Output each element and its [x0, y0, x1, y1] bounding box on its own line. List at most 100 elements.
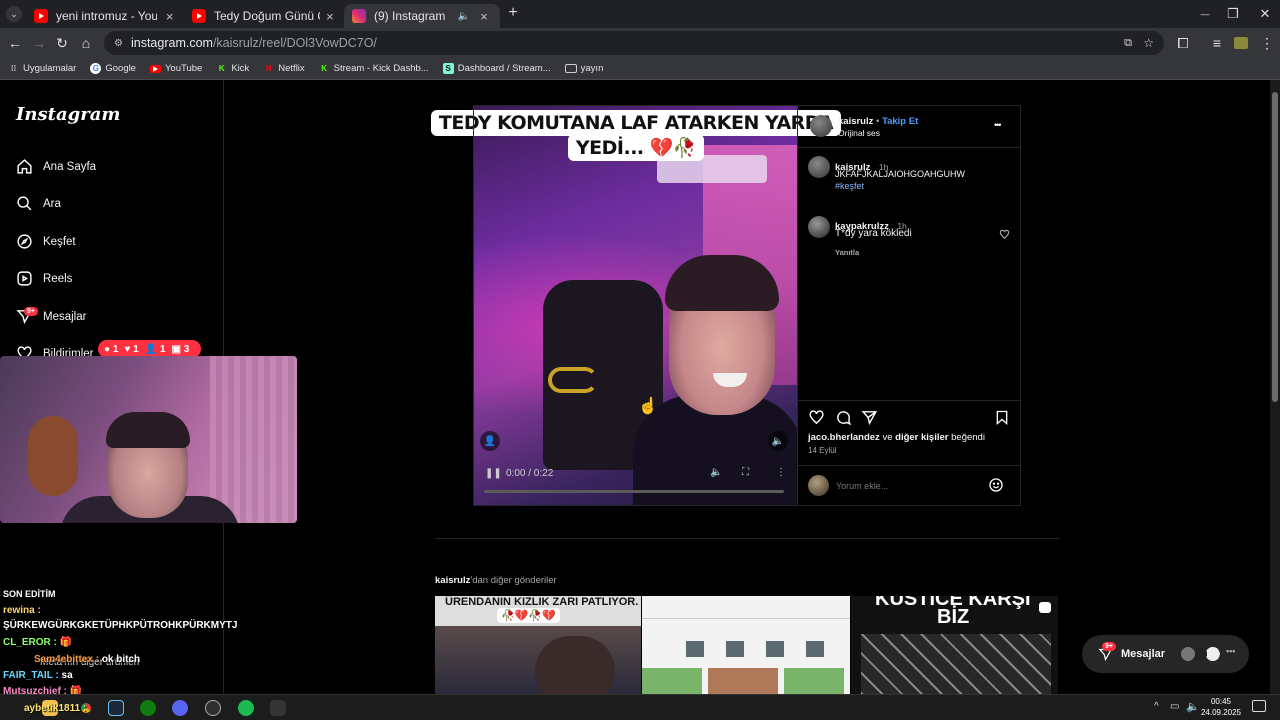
bookmark-google[interactable]: G Google — [90, 63, 136, 74]
clock-date: 24.09.2025 — [1200, 708, 1242, 717]
more-post-thumbnail[interactable] — [642, 596, 850, 694]
xbox-icon[interactable] — [140, 700, 156, 716]
user-tag-icon[interactable]: 👤 — [480, 431, 500, 451]
emoji-icon[interactable] — [988, 477, 1004, 493]
media-controls-icon[interactable]: ≡ — [1208, 34, 1226, 52]
sidebar-item-reels[interactable]: Reels — [16, 270, 72, 287]
bookmark-label: Uygulamalar — [23, 63, 77, 74]
author-avatar[interactable] — [810, 115, 832, 137]
fullscreen-icon[interactable]: ⛶ — [742, 467, 749, 478]
address-path: /kaisrulz/reel/DOl3VowDC7O/ — [212, 36, 377, 50]
tab-youtube-edit[interactable]: Tedy Doğum Günü Özel Edit - YouTube × — [184, 4, 342, 28]
bookmark-folder-yayin[interactable]: yayın — [564, 63, 603, 74]
profile-avatar[interactable] — [1232, 34, 1250, 52]
new-tab-button[interactable]: + — [505, 5, 521, 21]
site-info-icon[interactable]: ⚙ — [114, 38, 123, 49]
chat-line: FAIR_TAIL : sa — [3, 670, 73, 681]
liker-username[interactable]: jaco.bherlandez — [808, 432, 880, 443]
commenter-avatar[interactable] — [808, 216, 830, 238]
bookmark-star-icon[interactable]: ☆ — [1143, 36, 1154, 50]
follow-button[interactable]: Takip Et — [882, 116, 918, 127]
notification-center-icon[interactable] — [1252, 700, 1266, 712]
comment-input[interactable] — [836, 478, 976, 494]
sidebar-item-explore[interactable]: Keşfet — [16, 233, 76, 250]
chat-line: CL_EROR : 🎁 — [3, 637, 73, 648]
close-icon[interactable]: × — [476, 9, 492, 24]
bookmark-netflix[interactable]: N Netflix — [263, 63, 305, 74]
thumb-tiles — [686, 641, 836, 657]
tab-search-icon[interactable]: ⌄ — [6, 6, 22, 22]
sidebar-item-label: Ana Sayfa — [43, 160, 97, 173]
spotify-icon[interactable] — [238, 700, 254, 716]
steam-icon[interactable] — [108, 700, 124, 716]
menu-icon[interactable]: ⋮ — [1258, 34, 1276, 52]
close-window-button[interactable]: ✕ — [1248, 4, 1280, 24]
bookmark-youtube[interactable]: YouTube — [149, 63, 202, 74]
reply-button[interactable]: Yanıtla — [835, 248, 859, 257]
restore-button[interactable]: ❐ — [1216, 4, 1250, 24]
more-posts-user[interactable]: kaisrulz — [435, 575, 470, 586]
tab-title: (9) Instagram — [374, 9, 446, 23]
reload-icon[interactable]: ↻ — [53, 34, 71, 52]
video-time: 0:00 / 0:22 — [506, 468, 554, 479]
install-app-icon[interactable]: ⧉ — [1124, 37, 1132, 50]
mute-icon[interactable]: 🔈 — [768, 431, 788, 451]
clock-time: 00:45 — [1210, 697, 1232, 706]
network-icon[interactable]: ▭ — [1170, 701, 1179, 712]
more-post-thumbnail[interactable]: KUSTICE KARŞI BİZ — [851, 596, 1058, 694]
back-icon[interactable]: ← — [6, 34, 24, 52]
extensions-icon[interactable]: ⧠ — [1174, 34, 1192, 52]
close-icon[interactable]: × — [326, 9, 334, 24]
instagram-logo[interactable]: Instagram — [16, 104, 120, 125]
sidebar-item-home[interactable]: Ana Sayfa — [16, 158, 96, 175]
post-options-icon[interactable]: ••• — [994, 120, 1002, 130]
likes-connector: ve — [882, 432, 893, 443]
others-link[interactable]: diğer kişiler — [895, 432, 948, 443]
sidebar-item-label: Reels — [43, 272, 73, 285]
forward-icon[interactable]: → — [30, 34, 48, 52]
pause-icon[interactable]: ❚❚ — [485, 468, 502, 479]
actions-divider — [798, 400, 1021, 401]
mouse-cursor-icon: ☝ — [638, 398, 658, 415]
comment-like-icon[interactable] — [999, 229, 1010, 240]
more-posts-suffix: 'dan diğer gönderiler — [470, 575, 557, 586]
author-username[interactable]: kaisrulz — [838, 116, 873, 127]
close-icon[interactable]: × — [163, 9, 176, 24]
more-options-icon[interactable]: ⋮ — [776, 467, 786, 478]
volume-icon[interactable]: 🔈 — [710, 467, 722, 478]
obs-icon[interactable] — [205, 700, 221, 716]
audio-label[interactable]: Orijinal ses — [838, 128, 880, 138]
more-post-thumbnail[interactable]: ÜRENDANIN KIZLIK ZARI PATLIYOR. 🥀💔🥀💔 — [435, 596, 641, 694]
streamlabs-icon: S — [442, 63, 454, 74]
tray-chevron-icon[interactable]: ^ — [1154, 701, 1159, 712]
save-icon[interactable] — [994, 409, 1010, 426]
tab-youtube-intro[interactable]: yeni intromuz - YouTube × — [26, 4, 184, 28]
youtube-favicon-icon — [34, 9, 48, 23]
messages-pill[interactable]: 9+ Mesajlar ••• — [1082, 635, 1249, 673]
share-icon[interactable] — [861, 409, 878, 426]
home-icon[interactable]: ⌂ — [77, 34, 95, 52]
discord-icon[interactable] — [172, 700, 188, 716]
messages-pill-label: Mesajlar — [1121, 648, 1166, 660]
bookmark-kick-dashboard[interactable]: K Stream - Kick Dashb... — [319, 63, 428, 74]
system-clock[interactable]: 00:45 24.09.2025 — [1196, 696, 1246, 718]
comment-text: T*dy yara kökledi — [835, 228, 912, 239]
own-avatar — [808, 475, 829, 496]
bookmark-kick[interactable]: K Kick — [216, 63, 249, 74]
video-progress-bar[interactable] — [484, 490, 784, 493]
address-bar[interactable]: ⚙ instagram.com/kaisrulz/reel/DOl3VowDC7… — [104, 31, 1164, 55]
bookmark-streamlabs[interactable]: S Dashboard / Stream... — [442, 63, 551, 74]
sidebar-item-search[interactable]: Ara — [16, 195, 61, 212]
tab-instagram[interactable]: (9) Instagram 🔈 × — [344, 4, 500, 28]
comment-icon[interactable] — [835, 409, 852, 426]
chair-stripe — [548, 367, 598, 393]
capture-app-icon[interactable] — [270, 700, 286, 716]
commenter-avatar[interactable] — [808, 156, 830, 178]
like-icon[interactable] — [808, 409, 825, 426]
scrollbar-thumb[interactable] — [1272, 92, 1278, 402]
hashtag-link[interactable]: #keşfet — [835, 181, 864, 191]
bookmark-apps[interactable]: ⁞⁞ Uygulamalar — [8, 63, 77, 74]
speaker-icon[interactable]: 🔈 — [458, 11, 470, 22]
kick-icon: K — [321, 64, 328, 73]
youtube-favicon-icon — [192, 9, 206, 23]
